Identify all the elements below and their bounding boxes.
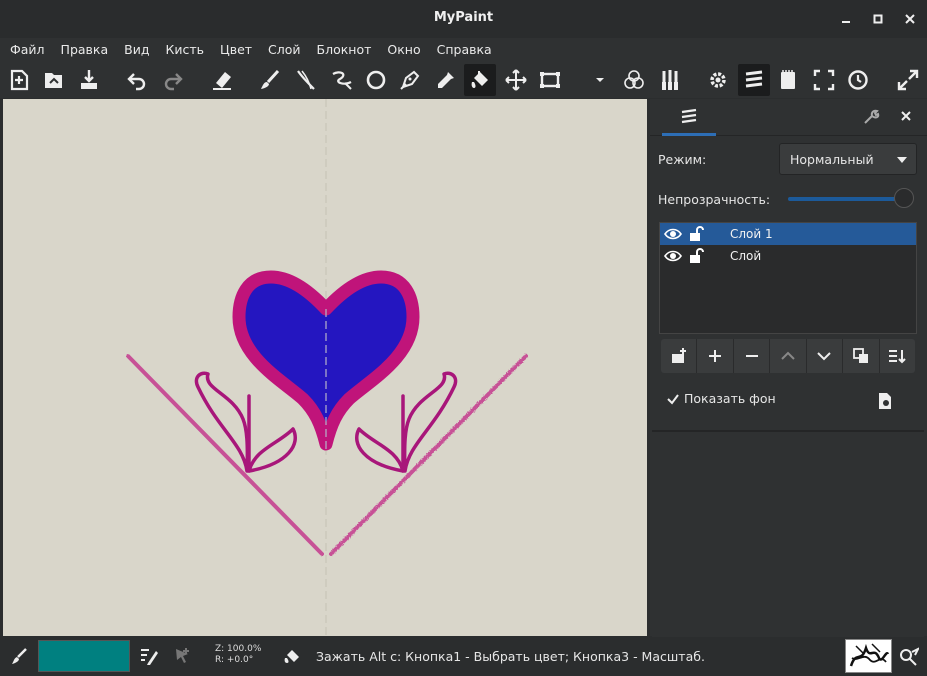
canvas-artwork [126,99,528,636]
tab-layers[interactable] [662,99,716,136]
layer-row-2[interactable]: Слой [660,245,916,267]
save-file-icon[interactable] [73,64,105,96]
zoom-level: Z: 100.0% [215,644,262,654]
opacity-label: Непрозрачность: [658,192,771,207]
redo-icon[interactable] [157,64,189,96]
status-bar: Z: 100.0% R: +0.0° Зажать Alt с: Кнопка1… [0,637,927,675]
brush-icon[interactable] [254,64,286,96]
settings-icon[interactable] [702,64,734,96]
add-layer-group-button[interactable] [661,339,698,373]
zoom-info: Z: 100.0% R: +0.0° [215,644,261,666]
menu-window[interactable]: Окно [379,38,428,62]
close-button[interactable] [899,9,921,29]
brushes-icon[interactable] [654,64,686,96]
inking-icon[interactable] [290,64,322,96]
layer-row-1[interactable]: Слой 1 [660,223,916,245]
layer-list: Слой 1 Слой [659,222,917,334]
toolbar [0,62,927,98]
visibility-eye-icon[interactable] [664,226,682,242]
layers-tab-icon [681,108,697,124]
background-settings-icon[interactable] [877,392,893,414]
freehand-icon[interactable] [326,64,358,96]
eraser-icon[interactable] [206,64,238,96]
open-file-icon[interactable] [38,64,70,96]
new-layer-group-icon [671,348,686,363]
menu-layer[interactable]: Слой [260,38,309,62]
show-background-row[interactable]: Показать фон [666,391,776,406]
layers-icon[interactable] [738,64,770,96]
menu-brush[interactable]: Кисть [157,38,212,62]
panel-options-icon[interactable] [862,108,880,130]
drawing-canvas[interactable] [3,99,647,636]
chevron-up-icon [781,351,795,360]
sort-icon [889,350,906,364]
menu-view[interactable]: Вид [116,38,157,62]
checkbox-checked-icon[interactable] [666,392,680,406]
opacity-slider-knob[interactable] [894,188,914,208]
title-bar: MyPaint [0,0,927,38]
menu-file[interactable]: Файл [0,38,53,62]
maximize-button[interactable] [867,9,889,29]
unlock-icon[interactable] [688,226,704,242]
status-hint: Зажать Alt с: Кнопка1 - Выбрать цвет; Кн… [316,649,705,664]
lower-panel [652,430,924,638]
current-color-swatch[interactable] [38,640,130,672]
mode-label: Режим: [658,152,707,167]
visibility-eye-icon[interactable] [664,248,682,264]
pen-icon[interactable] [394,64,426,96]
fill-bucket-icon[interactable] [464,64,496,96]
fullscreen-icon[interactable] [808,64,840,96]
remove-layer-button[interactable] [734,339,771,373]
fill-tool-status-icon [282,646,302,670]
move-layer-down-button[interactable] [807,339,844,373]
frame-icon[interactable] [534,64,566,96]
brush-tool-icon[interactable] [10,647,28,669]
duplicate-layer-button[interactable] [843,339,880,373]
layer-properties-button[interactable] [880,339,915,373]
ellipse-icon[interactable] [360,64,392,96]
minus-icon [745,355,758,357]
pick-layer-icon[interactable] [174,646,192,668]
history-icon[interactable] [842,64,874,96]
layer-actions-bar [661,339,915,373]
show-background-label: Показать фон [684,391,776,406]
dropdown-icon[interactable] [584,64,616,96]
panel-close-icon[interactable] [898,108,914,128]
blend-mode-select[interactable]: Нормальный [779,143,917,175]
brush-preview[interactable] [845,639,892,673]
layer-name: Слой 1 [730,227,773,241]
panel-tabstrip [650,99,927,136]
duplicate-icon [852,348,868,363]
expand-icon[interactable] [892,64,924,96]
move-layer-up-button[interactable] [770,339,807,373]
color-settings-icon[interactable] [899,646,921,670]
minimize-button[interactable] [835,9,857,29]
menu-scratchpad[interactable]: Блокнот [309,38,380,62]
chevron-down-icon [897,157,907,163]
blend-mode-value: Нормальный [790,152,874,167]
scratchpad-icon[interactable] [772,64,804,96]
add-layer-button[interactable] [697,339,734,373]
chevron-down-icon [817,352,832,361]
color-blend-icon[interactable] [618,64,650,96]
opacity-slider[interactable] [788,197,900,201]
plus-icon [709,350,722,362]
move-icon[interactable] [500,64,532,96]
window-title: MyPaint [433,10,494,25]
menu-help[interactable]: Справка [429,38,500,62]
menu-color[interactable]: Цвет [212,38,260,62]
undo-icon[interactable] [121,64,153,96]
layer-name: Слой [730,249,762,263]
new-file-icon[interactable] [4,64,36,96]
edit-color-icon[interactable] [139,646,159,670]
color-picker-icon[interactable] [430,64,462,96]
rotation-level: R: +0.0° [215,655,254,665]
menu-bar: Файл Правка Вид Кисть Цвет Слой Блокнот … [0,38,927,62]
unlock-icon[interactable] [688,248,704,264]
menu-edit[interactable]: Правка [53,38,117,62]
